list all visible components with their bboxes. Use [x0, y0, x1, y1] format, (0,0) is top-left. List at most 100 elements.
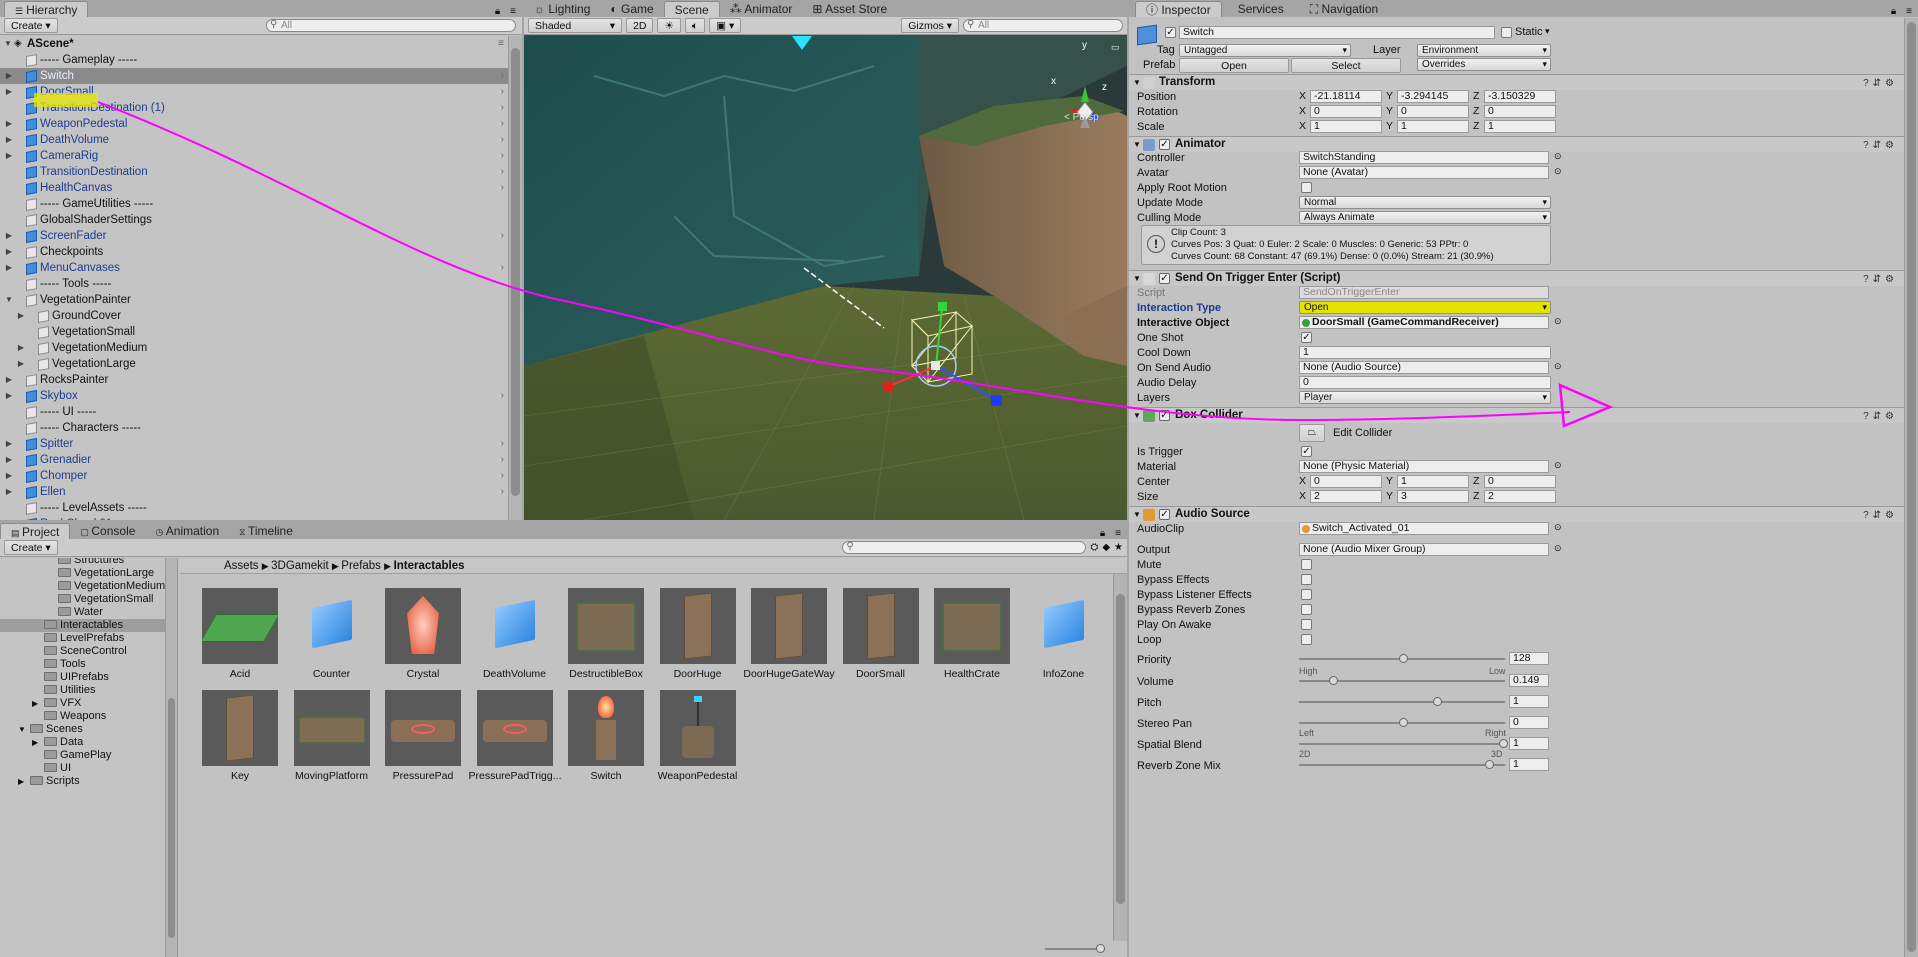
vector-field-x[interactable]: 0 [1310, 105, 1382, 118]
gizmo-lock-icon[interactable]: ▭ [1111, 42, 1120, 53]
object-picker-icon[interactable]: ⊙ [1554, 361, 1562, 372]
hierarchy-row[interactable]: ▶ RockChunk01 › [0, 516, 508, 520]
folder-tree-item[interactable]: ▼ Scenes [0, 723, 165, 736]
hierarchy-row[interactable]: ----- LevelAssets ----- [0, 500, 508, 516]
expand-arrow-icon[interactable]: ▶ [32, 697, 38, 710]
tab-navigation[interactable]: ⛶ Navigation [1300, 1, 1388, 17]
stereo-pan-slider-value[interactable]: 0 [1509, 716, 1549, 729]
expand-arrow-icon[interactable]: ▶ [4, 148, 14, 164]
mute-checkbox[interactable] [1301, 559, 1312, 570]
asset-tile[interactable]: DestructibleBox [560, 588, 652, 680]
pitch-slider-handle[interactable] [1433, 697, 1442, 706]
tab-scene[interactable]: Scene [663, 1, 720, 17]
breadcrumb-assets[interactable]: Assets [224, 560, 259, 572]
hierarchy-row[interactable]: ▶ Skybox › [0, 388, 508, 404]
reverb-mix-slider-value[interactable]: 1 [1509, 758, 1549, 771]
open-prefab-arrow-icon[interactable]: › [501, 484, 504, 500]
component-settings-icon[interactable]: ?⇵⚙ [1863, 76, 1898, 91]
component-settings-icon[interactable]: ?⇵⚙ [1863, 272, 1898, 287]
hierarchy-row[interactable]: ▶ MenuCanvases › [0, 260, 508, 276]
effects-dropdown-icon[interactable]: ▣ ▾ [709, 18, 742, 33]
tag-dropdown[interactable]: Untagged [1179, 44, 1351, 57]
expand-arrow-icon[interactable]: ▶ [4, 260, 14, 276]
vector-field-x[interactable]: 2 [1310, 490, 1382, 503]
expand-arrow-icon[interactable]: ▶ [4, 228, 14, 244]
vector-field-x[interactable]: -21.18114 [1310, 90, 1382, 103]
culling-mode-dropdown[interactable]: Always Animate [1299, 211, 1551, 224]
perspective-label[interactable]: < Persp [1064, 112, 1099, 123]
open-prefab-arrow-icon[interactable]: › [501, 260, 504, 276]
shading-mode-dropdown[interactable]: Shaded ▾ [528, 18, 622, 33]
panel-menu-icon[interactable]: ≡ [504, 6, 522, 17]
asset-tile[interactable]: InfoZone [1018, 588, 1110, 680]
hierarchy-row[interactable]: TransitionDestination › [0, 164, 508, 180]
asset-tile[interactable]: DoorHugeGateWay [743, 588, 835, 680]
expand-arrow-icon[interactable]: ▶ [18, 775, 24, 788]
output-field[interactable]: None (Audio Mixer Group) [1299, 543, 1549, 556]
tab-animator[interactable]: ⁂ Animator [720, 1, 803, 17]
vector-field-y[interactable]: 1 [1397, 475, 1469, 488]
component-header[interactable]: ▼ ✓ Audio Source ?⇵⚙ [1129, 506, 1904, 522]
asset-tile[interactable]: MovingPlatform [286, 690, 378, 782]
open-prefab-arrow-icon[interactable]: › [501, 180, 504, 196]
layers-dropdown[interactable]: Player [1299, 391, 1551, 404]
open-prefab-arrow-icon[interactable]: › [501, 100, 504, 116]
open-prefab-arrow-icon[interactable]: › [501, 84, 504, 100]
tab-asset-store[interactable]: ⊞ Asset Store [802, 1, 897, 17]
hierarchy-row[interactable]: ----- Tools ----- [0, 276, 508, 292]
vector-field-x[interactable]: 1 [1310, 120, 1382, 133]
vector-field-z[interactable]: 1 [1484, 120, 1556, 133]
tab-console[interactable]: ▢ Console [70, 523, 145, 539]
vector-field-y[interactable]: 0 [1397, 105, 1469, 118]
asset-tile[interactable]: WeaponPedestal [652, 690, 744, 782]
folder-tree-item[interactable]: GamePlay [0, 749, 165, 762]
open-prefab-arrow-icon[interactable]: › [501, 388, 504, 404]
controller-field[interactable]: SwitchStanding [1299, 151, 1549, 164]
expand-arrow-icon[interactable]: ▶ [4, 116, 14, 132]
expand-arrow-icon[interactable]: ▶ [4, 68, 14, 84]
object-picker-icon[interactable]: ⊙ [1554, 460, 1562, 471]
tab-timeline[interactable]: ⧖ Timeline [229, 523, 303, 539]
expand-arrow-icon[interactable]: ▶ [4, 132, 14, 148]
tab-inspector[interactable]: ⓘ Inspector [1135, 1, 1222, 17]
is-trigger-checkbox[interactable]: ✓ [1301, 446, 1312, 457]
asset-tile[interactable]: Acid [194, 588, 286, 680]
project-menu-icon[interactable]: ≡ [1109, 528, 1127, 539]
object-picker-icon[interactable]: ⊙ [1554, 522, 1562, 533]
update-mode-dropdown[interactable]: Normal [1299, 196, 1551, 209]
asset-tile[interactable]: Counter [286, 588, 378, 680]
reverb-mix-slider-handle[interactable] [1485, 760, 1494, 769]
inspector-scrollbar[interactable] [1904, 18, 1918, 957]
tab-services[interactable]: Services [1222, 1, 1300, 17]
stereo-pan-slider-handle[interactable] [1399, 718, 1408, 727]
component-enabled-checkbox[interactable]: ✓ [1159, 139, 1170, 150]
hierarchy-row[interactable]: ▼ VegetationPainter [0, 292, 508, 308]
inspector-lock-icon[interactable]: 🔒︎ [1887, 6, 1900, 17]
open-prefab-arrow-icon[interactable]: › [501, 68, 504, 84]
folder-tree-item[interactable]: Tools [0, 658, 165, 671]
expand-arrow-icon[interactable]: ▶ [4, 436, 14, 452]
expand-arrow-icon[interactable]: ▼ [3, 36, 13, 52]
prefab-open-button[interactable]: Open [1179, 58, 1289, 73]
hierarchy-row[interactable]: ----- GameUtilities ----- [0, 196, 508, 212]
lock-icon[interactable]: 🔒︎ [491, 6, 504, 17]
filter-type-icon[interactable]: ⛭ [1090, 542, 1098, 553]
project-search-input[interactable] [842, 541, 1087, 554]
asset-tile[interactable]: HealthCrate [926, 588, 1018, 680]
loop-checkbox[interactable] [1301, 634, 1312, 645]
scene-viewport[interactable]: y x z < Persp ▭ [524, 36, 1127, 520]
hierarchy-scrollbar[interactable] [508, 36, 522, 520]
tab-game[interactable]: ◐ Game [600, 1, 663, 17]
hierarchy-scroll-thumb[interactable] [511, 48, 520, 496]
folder-tree-item[interactable]: UIPrefabs [0, 671, 165, 684]
open-prefab-arrow-icon[interactable]: › [501, 516, 504, 520]
vector-field-z[interactable]: 2 [1484, 490, 1556, 503]
static-dropdown-icon[interactable]: ▾ [1545, 26, 1550, 37]
expand-arrow-icon[interactable]: ▶ [4, 244, 14, 260]
prefab-select-button[interactable]: Select [1291, 58, 1401, 73]
tab-project[interactable]: ▤ Project [0, 523, 71, 539]
hierarchy-row[interactable]: ▶ GroundCover [0, 308, 508, 324]
cool-down-field[interactable]: 1 [1299, 346, 1551, 359]
open-prefab-arrow-icon[interactable]: › [501, 468, 504, 484]
breadcrumb-prefabs[interactable]: Prefabs [341, 560, 381, 572]
